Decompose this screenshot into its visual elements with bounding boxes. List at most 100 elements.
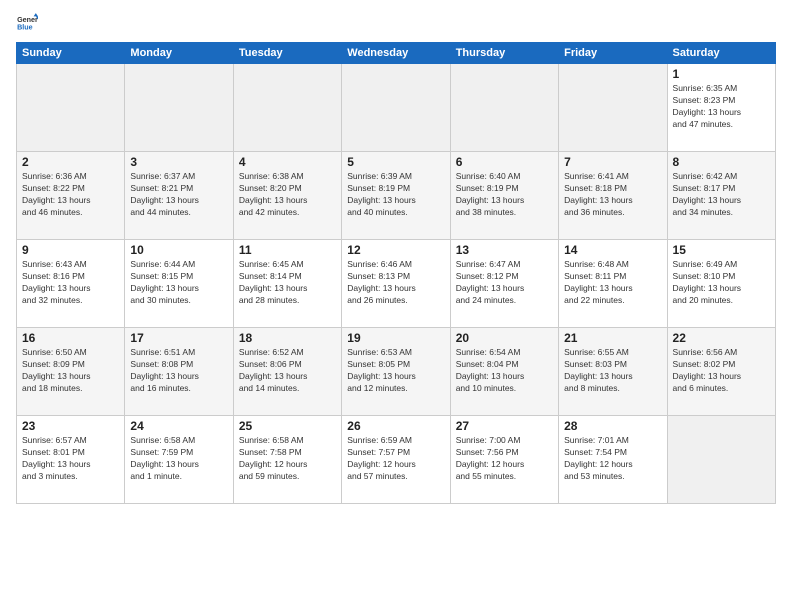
cell-w0-d6: 1 Sunrise: 6:35 AM Sunset: 8:23 PM Daylig… bbox=[667, 64, 775, 152]
day-number: 11 bbox=[239, 243, 336, 257]
col-header-sunday: Sunday bbox=[17, 43, 125, 64]
cell-w2-d4: 13 Sunrise: 6:47 AM Sunset: 8:12 PM Dayli… bbox=[450, 240, 558, 328]
col-header-friday: Friday bbox=[559, 43, 667, 64]
day-info: Sunrise: 6:53 AM Sunset: 8:05 PM Dayligh… bbox=[347, 347, 444, 395]
day-number: 25 bbox=[239, 419, 336, 433]
svg-text:Blue: Blue bbox=[17, 24, 33, 32]
cell-w0-d4 bbox=[450, 64, 558, 152]
cell-w2-d5: 14 Sunrise: 6:48 AM Sunset: 8:11 PM Dayli… bbox=[559, 240, 667, 328]
day-number: 1 bbox=[673, 67, 770, 81]
cell-w3-d6: 22 Sunrise: 6:56 AM Sunset: 8:02 PM Dayli… bbox=[667, 328, 775, 416]
day-info: Sunrise: 6:44 AM Sunset: 8:15 PM Dayligh… bbox=[130, 259, 227, 307]
day-info: Sunrise: 6:52 AM Sunset: 8:06 PM Dayligh… bbox=[239, 347, 336, 395]
day-info: Sunrise: 6:54 AM Sunset: 8:04 PM Dayligh… bbox=[456, 347, 553, 395]
day-number: 14 bbox=[564, 243, 661, 257]
day-info: Sunrise: 6:55 AM Sunset: 8:03 PM Dayligh… bbox=[564, 347, 661, 395]
day-number: 24 bbox=[130, 419, 227, 433]
day-info: Sunrise: 6:46 AM Sunset: 8:13 PM Dayligh… bbox=[347, 259, 444, 307]
cell-w1-d2: 4 Sunrise: 6:38 AM Sunset: 8:20 PM Daylig… bbox=[233, 152, 341, 240]
day-number: 16 bbox=[22, 331, 119, 345]
cell-w0-d1 bbox=[125, 64, 233, 152]
cell-w4-d3: 26 Sunrise: 6:59 AM Sunset: 7:57 PM Dayli… bbox=[342, 416, 450, 504]
day-number: 23 bbox=[22, 419, 119, 433]
cell-w3-d0: 16 Sunrise: 6:50 AM Sunset: 8:09 PM Dayli… bbox=[17, 328, 125, 416]
day-info: Sunrise: 6:38 AM Sunset: 8:20 PM Dayligh… bbox=[239, 171, 336, 219]
day-info: Sunrise: 6:50 AM Sunset: 8:09 PM Dayligh… bbox=[22, 347, 119, 395]
day-number: 26 bbox=[347, 419, 444, 433]
day-info: Sunrise: 6:42 AM Sunset: 8:17 PM Dayligh… bbox=[673, 171, 770, 219]
cell-w0-d5 bbox=[559, 64, 667, 152]
day-number: 5 bbox=[347, 155, 444, 169]
day-info: Sunrise: 6:47 AM Sunset: 8:12 PM Dayligh… bbox=[456, 259, 553, 307]
cell-w1-d5: 7 Sunrise: 6:41 AM Sunset: 8:18 PM Daylig… bbox=[559, 152, 667, 240]
day-info: Sunrise: 6:51 AM Sunset: 8:08 PM Dayligh… bbox=[130, 347, 227, 395]
cell-w2-d3: 12 Sunrise: 6:46 AM Sunset: 8:13 PM Dayli… bbox=[342, 240, 450, 328]
day-info: Sunrise: 6:56 AM Sunset: 8:02 PM Dayligh… bbox=[673, 347, 770, 395]
col-header-thursday: Thursday bbox=[450, 43, 558, 64]
cell-w1-d6: 8 Sunrise: 6:42 AM Sunset: 8:17 PM Daylig… bbox=[667, 152, 775, 240]
day-number: 8 bbox=[673, 155, 770, 169]
calendar-table: SundayMondayTuesdayWednesdayThursdayFrid… bbox=[16, 42, 776, 504]
cell-w3-d2: 18 Sunrise: 6:52 AM Sunset: 8:06 PM Dayli… bbox=[233, 328, 341, 416]
day-info: Sunrise: 6:59 AM Sunset: 7:57 PM Dayligh… bbox=[347, 435, 444, 483]
day-info: Sunrise: 6:35 AM Sunset: 8:23 PM Dayligh… bbox=[673, 83, 770, 131]
cell-w2-d0: 9 Sunrise: 6:43 AM Sunset: 8:16 PM Daylig… bbox=[17, 240, 125, 328]
cell-w2-d2: 11 Sunrise: 6:45 AM Sunset: 8:14 PM Dayli… bbox=[233, 240, 341, 328]
day-number: 13 bbox=[456, 243, 553, 257]
svg-text:General: General bbox=[17, 16, 38, 24]
cell-w0-d3 bbox=[342, 64, 450, 152]
logo-icon: General Blue bbox=[16, 12, 38, 34]
cell-w1-d1: 3 Sunrise: 6:37 AM Sunset: 8:21 PM Daylig… bbox=[125, 152, 233, 240]
cell-w4-d2: 25 Sunrise: 6:58 AM Sunset: 7:58 PM Dayli… bbox=[233, 416, 341, 504]
day-info: Sunrise: 6:48 AM Sunset: 8:11 PM Dayligh… bbox=[564, 259, 661, 307]
day-number: 22 bbox=[673, 331, 770, 345]
day-number: 7 bbox=[564, 155, 661, 169]
day-info: Sunrise: 7:00 AM Sunset: 7:56 PM Dayligh… bbox=[456, 435, 553, 483]
cell-w4-d4: 27 Sunrise: 7:00 AM Sunset: 7:56 PM Dayli… bbox=[450, 416, 558, 504]
day-number: 17 bbox=[130, 331, 227, 345]
cell-w3-d3: 19 Sunrise: 6:53 AM Sunset: 8:05 PM Dayli… bbox=[342, 328, 450, 416]
cell-w0-d0 bbox=[17, 64, 125, 152]
cell-w3-d4: 20 Sunrise: 6:54 AM Sunset: 8:04 PM Dayli… bbox=[450, 328, 558, 416]
day-number: 21 bbox=[564, 331, 661, 345]
day-number: 6 bbox=[456, 155, 553, 169]
day-info: Sunrise: 6:57 AM Sunset: 8:01 PM Dayligh… bbox=[22, 435, 119, 483]
day-info: Sunrise: 6:39 AM Sunset: 8:19 PM Dayligh… bbox=[347, 171, 444, 219]
cell-w1-d0: 2Sunrise: 6:36 AM Sunset: 8:22 PM Daylig… bbox=[17, 152, 125, 240]
day-number: 19 bbox=[347, 331, 444, 345]
cell-w3-d1: 17 Sunrise: 6:51 AM Sunset: 8:08 PM Dayli… bbox=[125, 328, 233, 416]
cell-w1-d4: 6 Sunrise: 6:40 AM Sunset: 8:19 PM Daylig… bbox=[450, 152, 558, 240]
day-info: Sunrise: 7:01 AM Sunset: 7:54 PM Dayligh… bbox=[564, 435, 661, 483]
cell-w4-d6 bbox=[667, 416, 775, 504]
col-header-wednesday: Wednesday bbox=[342, 43, 450, 64]
header: General Blue bbox=[16, 12, 776, 34]
day-info: Sunrise: 6:40 AM Sunset: 8:19 PM Dayligh… bbox=[456, 171, 553, 219]
day-number: 12 bbox=[347, 243, 444, 257]
day-number: 3 bbox=[130, 155, 227, 169]
col-header-monday: Monday bbox=[125, 43, 233, 64]
cell-w2-d1: 10 Sunrise: 6:44 AM Sunset: 8:15 PM Dayli… bbox=[125, 240, 233, 328]
day-info: Sunrise: 6:58 AM Sunset: 7:58 PM Dayligh… bbox=[239, 435, 336, 483]
day-number: 18 bbox=[239, 331, 336, 345]
col-header-saturday: Saturday bbox=[667, 43, 775, 64]
day-info: Sunrise: 6:45 AM Sunset: 8:14 PM Dayligh… bbox=[239, 259, 336, 307]
day-number: 2 bbox=[22, 155, 119, 169]
day-number: 27 bbox=[456, 419, 553, 433]
day-number: 15 bbox=[673, 243, 770, 257]
cell-w1-d3: 5 Sunrise: 6:39 AM Sunset: 8:19 PM Daylig… bbox=[342, 152, 450, 240]
day-number: 20 bbox=[456, 331, 553, 345]
day-info: Sunrise: 6:37 AM Sunset: 8:21 PM Dayligh… bbox=[130, 171, 227, 219]
cell-w4-d0: 23 Sunrise: 6:57 AM Sunset: 8:01 PM Dayli… bbox=[17, 416, 125, 504]
day-number: 10 bbox=[130, 243, 227, 257]
cell-w0-d2 bbox=[233, 64, 341, 152]
day-number: 4 bbox=[239, 155, 336, 169]
cell-w4-d5: 28Sunrise: 7:01 AM Sunset: 7:54 PM Dayli… bbox=[559, 416, 667, 504]
logo: General Blue bbox=[16, 12, 40, 34]
cell-w2-d6: 15 Sunrise: 6:49 AM Sunset: 8:10 PM Dayli… bbox=[667, 240, 775, 328]
day-info: Sunrise: 6:41 AM Sunset: 8:18 PM Dayligh… bbox=[564, 171, 661, 219]
day-info: Sunrise: 6:58 AM Sunset: 7:59 PM Dayligh… bbox=[130, 435, 227, 483]
day-number: 9 bbox=[22, 243, 119, 257]
day-info: Sunrise: 6:43 AM Sunset: 8:16 PM Dayligh… bbox=[22, 259, 119, 307]
day-info: Sunrise: 6:49 AM Sunset: 8:10 PM Dayligh… bbox=[673, 259, 770, 307]
col-header-tuesday: Tuesday bbox=[233, 43, 341, 64]
